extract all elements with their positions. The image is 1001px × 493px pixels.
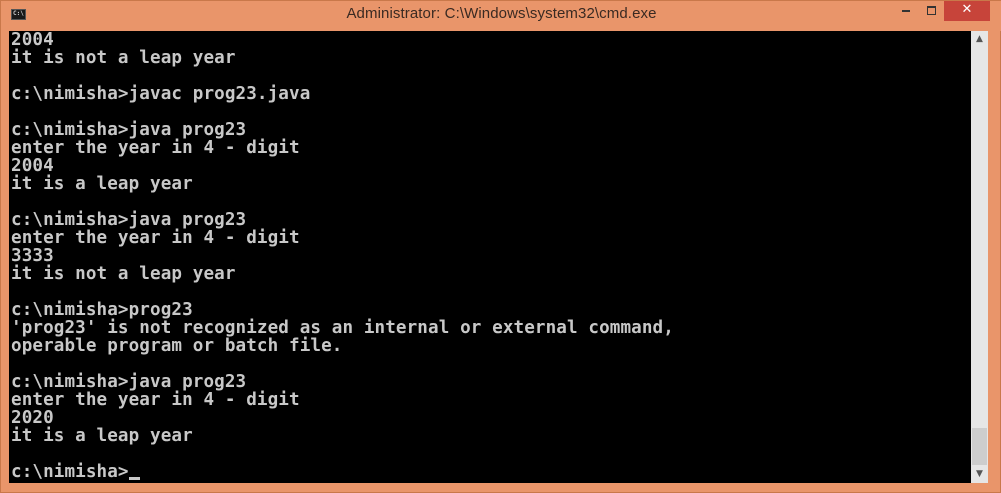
close-button[interactable]: ✕ [944,1,990,21]
scrollbar-thumb[interactable] [972,428,987,465]
console-line: enter the year in 4 - digit [11,228,300,248]
console-line: it is not a leap year [11,264,236,284]
maximize-icon [927,6,936,15]
console-line: c:\nimisha>javac prog23.java [11,84,311,104]
console-line: c:\nimisha> [11,462,129,482]
scroll-up-icon[interactable]: ▲ [971,31,988,48]
console-line: 'prog23' is not recognized as an interna… [11,318,674,338]
window-title: Administrator: C:\Windows\system32\cmd.e… [346,5,657,22]
vertical-scrollbar[interactable]: ▲ ▼ [971,31,988,483]
console-line: enter the year in 4 - digit [11,390,300,410]
console-line: c:\nimisha>java prog23 [11,372,247,392]
minimize-icon [902,10,910,12]
console-line: 3333 [11,246,54,266]
console-line: c:\nimisha>prog23 [11,300,193,320]
console-line: it is a leap year [11,174,193,194]
console-line: operable program or batch file. [11,336,343,356]
title-bar[interactable]: C:\ Administrator: C:\Windows\system32\c… [1,1,1001,31]
close-icon: ✕ [961,2,973,17]
text-cursor [128,477,140,480]
console-line: c:\nimisha>java prog23 [11,120,247,140]
minimize-button[interactable] [892,1,918,21]
scroll-down-icon[interactable]: ▼ [971,466,988,483]
console-line: c:\nimisha>java prog23 [11,210,247,230]
console-line: it is a leap year [11,426,193,446]
console-line: enter the year in 4 - digit [11,138,300,158]
console-output[interactable]: 2004 it is not a leap year c:\nimisha>ja… [9,31,971,483]
console-line: 2020 [11,408,54,428]
console-line: 2004 [11,156,54,176]
console-line: it is not a leap year [11,48,236,68]
console-text: 2004 it is not a leap year c:\nimisha>ja… [9,31,971,481]
maximize-button[interactable] [918,1,944,21]
cmd-window: C:\ Administrator: C:\Windows\system32\c… [0,0,1001,493]
